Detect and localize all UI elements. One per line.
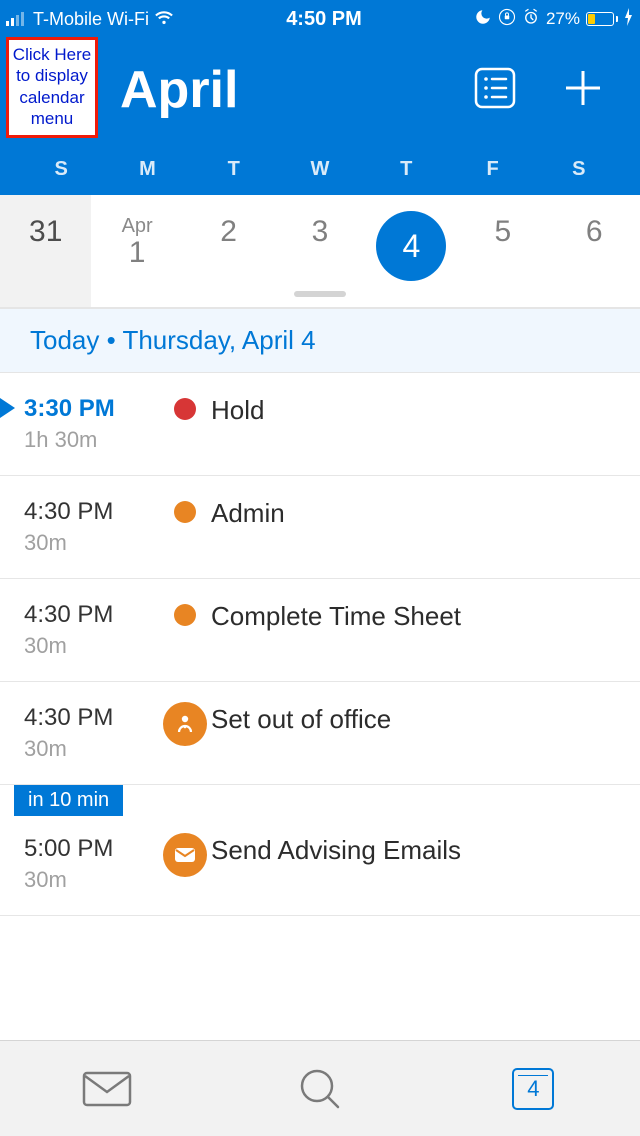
weekday-label: T [191,158,277,181]
event-title: Complete Time Sheet [211,601,461,659]
agenda-view-icon[interactable] [472,65,518,116]
lock-rotation-icon [498,8,516,31]
weekday-label: S [18,158,104,181]
carrier-label: T-Mobile Wi-Fi [33,9,149,30]
wifi-icon [154,8,174,31]
event-title: Send Advising Emails [211,835,461,893]
category-dot-icon [174,604,196,626]
date-month-label: Apr [91,215,182,238]
event-duration: 30m [24,530,159,556]
battery-icon [586,12,618,26]
event-duration: 30m [24,736,159,762]
date-cell-prev[interactable]: 31 [0,195,91,307]
event-list[interactable]: 3:30 PM 1h 30m Hold 4:30 PM 30m Admin 4:… [0,373,640,916]
event-item[interactable]: in 10 min 5:00 PM 30m Send Advising Emai… [0,813,640,916]
event-title: Admin [211,498,285,556]
date-cell-selected[interactable]: 4 [366,195,457,307]
event-item[interactable]: 4:30 PM 30m Admin [0,476,640,579]
event-duration: 1h 30m [24,427,159,453]
date-cell[interactable]: 5 [457,195,548,307]
event-item[interactable]: 4:30 PM 30m Complete Time Sheet [0,579,640,682]
category-dot-icon [174,501,196,523]
tab-calendar[interactable]: 4 [427,1041,640,1136]
signal-icon [6,12,24,26]
event-start: 3:30 PM [24,395,159,423]
current-time-indicator [0,398,15,418]
month-title[interactable]: April [120,60,238,120]
event-start: 4:30 PM [24,601,159,629]
tab-bar: 4 [0,1040,640,1136]
weekday-label: T [363,158,449,181]
weekday-label: F [449,158,535,181]
tab-mail[interactable] [0,1041,213,1136]
person-info-icon [163,702,207,746]
event-item[interactable]: 3:30 PM 1h 30m Hold [0,373,640,476]
event-item[interactable]: 4:30 PM 30m Set out of office [0,682,640,785]
drag-handle[interactable] [294,291,346,297]
moon-icon [474,8,492,31]
weekday-label: S [536,158,622,181]
category-dot-icon [174,398,196,420]
weekday-label: W [277,158,363,181]
event-start: 4:30 PM [24,704,159,732]
date-number: 1 [129,236,146,269]
clock: 4:50 PM [174,8,474,31]
event-start: 4:30 PM [24,498,159,526]
battery-pct: 27% [546,9,580,29]
weekday-row: S M T W T F S [18,158,622,181]
weekday-label: M [104,158,190,181]
event-duration: 30m [24,633,159,659]
calendar-day-icon: 4 [512,1068,554,1110]
selected-date-circle: 4 [376,211,446,281]
today-header: Today • Thursday, April 4 [0,308,640,373]
date-strip[interactable]: 31 Apr 1 2 3 4 5 6 [0,195,640,308]
mail-task-icon [163,833,207,877]
charging-icon [624,8,634,31]
status-bar: T-Mobile Wi-Fi 4:50 PM 27% [0,0,640,38]
callout-annotation: Click Here to display calendar menu [6,37,98,138]
alarm-icon [522,8,540,31]
tab-search[interactable] [213,1041,426,1136]
add-event-icon[interactable] [560,65,606,116]
event-start: 5:00 PM [24,835,159,863]
date-cell[interactable]: Apr 1 [91,195,182,307]
date-cell[interactable]: 6 [549,195,640,307]
event-duration: 30m [24,867,159,893]
calendar-header: Click Here to display calendar menu Apri… [0,38,640,195]
event-title: Hold [211,395,264,453]
upcoming-badge: in 10 min [14,785,123,816]
event-title: Set out of office [211,704,391,762]
date-cell[interactable]: 2 [183,195,274,307]
